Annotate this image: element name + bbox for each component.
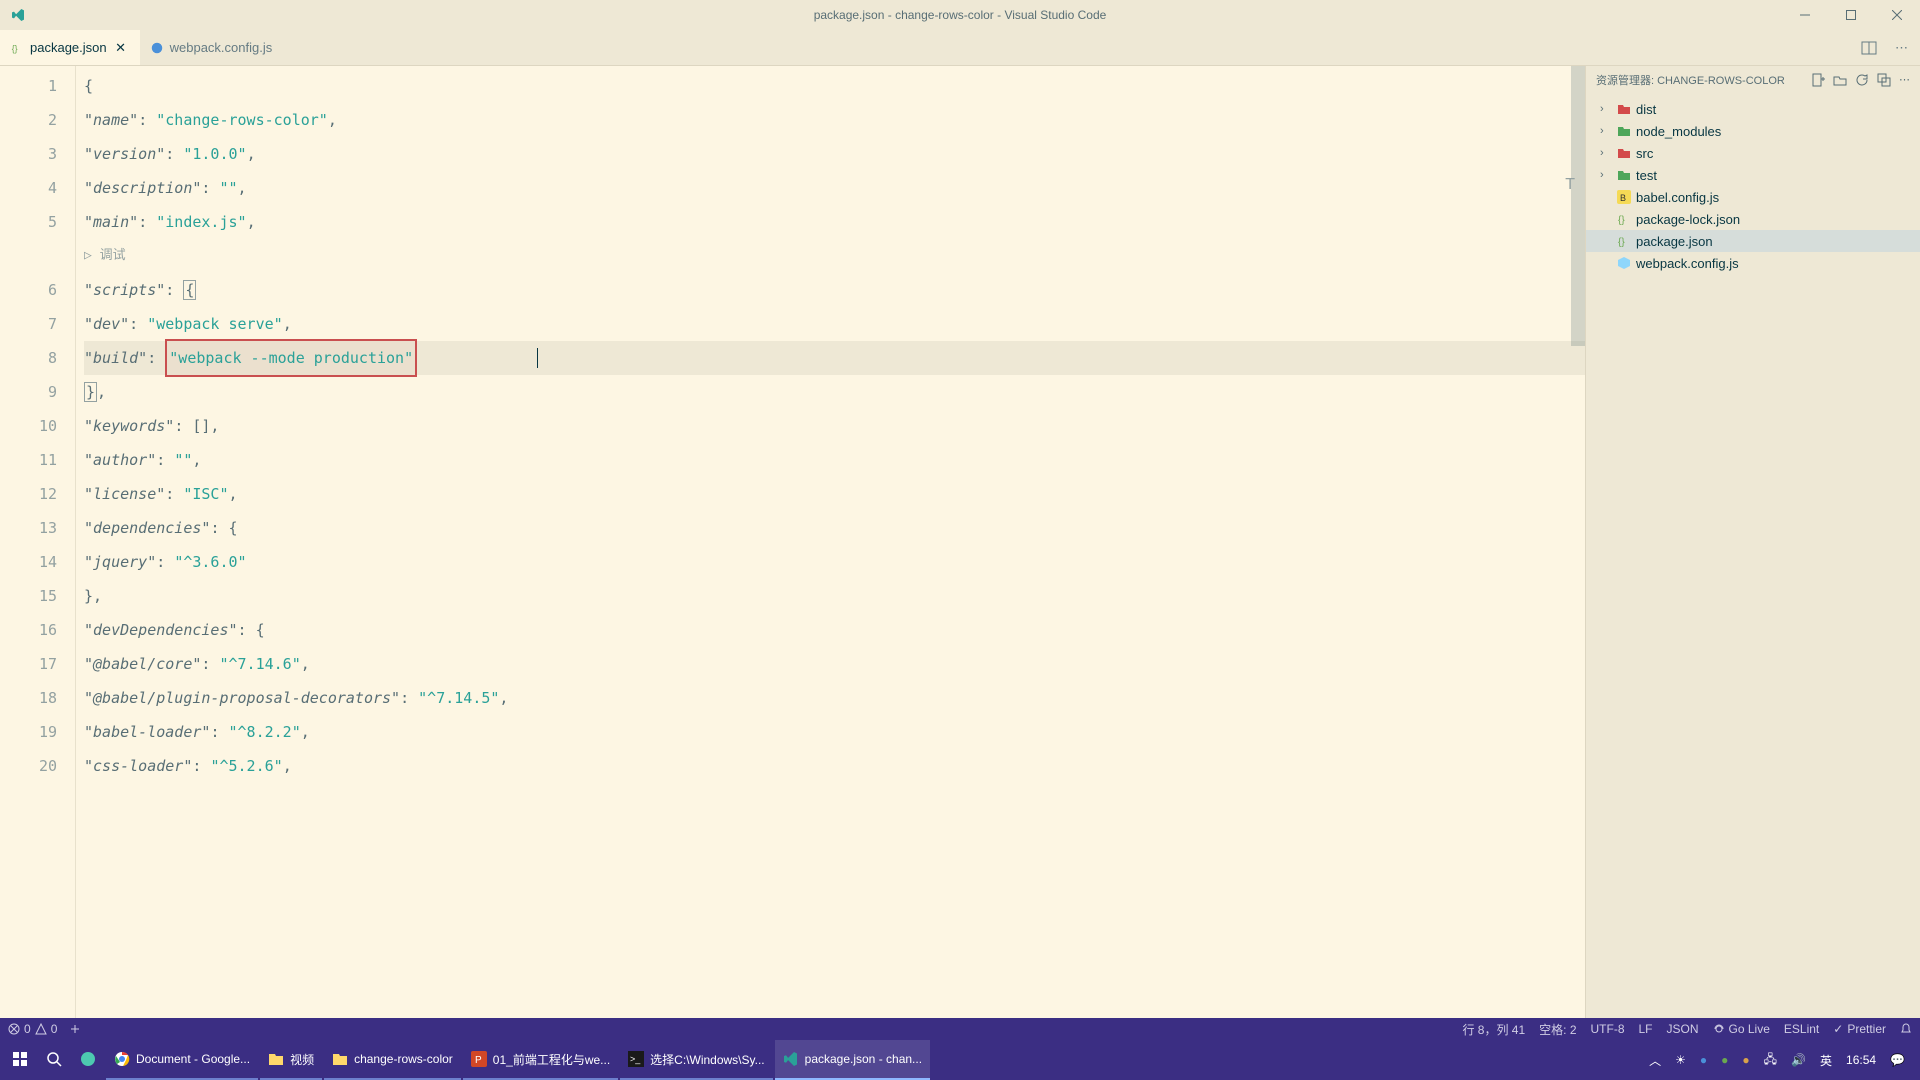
status-bar: 0 0 行 8，列 41 空格: 2 UTF-8 LF JSON Go Live…: [0, 1018, 1920, 1040]
code-line[interactable]: {: [84, 69, 1585, 103]
svg-text:P: P: [475, 1055, 482, 1066]
more-actions-icon[interactable]: ⋯: [1891, 36, 1912, 60]
more-icon[interactable]: ⋯: [1899, 73, 1910, 87]
tree-file[interactable]: {}package.json: [1586, 230, 1920, 252]
line-numbers: 1234567891011121314151617181920: [0, 66, 75, 1018]
taskbar-item[interactable]: [4, 1040, 36, 1080]
tab-label: package.json: [30, 40, 107, 55]
svg-text:>_: >_: [630, 1054, 641, 1064]
minimize-button[interactable]: [1782, 0, 1828, 30]
close-icon[interactable]: ✕: [113, 40, 129, 56]
file-tree: ›dist›node_modules›src›testBbabel.config…: [1586, 94, 1920, 278]
tray-app-icon[interactable]: ●: [1739, 1053, 1752, 1067]
js-icon: [150, 41, 164, 55]
tab-package-json[interactable]: {} package.json ✕: [0, 30, 140, 65]
debug-codelens[interactable]: ▷ 调试: [84, 239, 1585, 273]
new-file-icon[interactable]: [1811, 73, 1825, 87]
taskbar-item[interactable]: Document - Google...: [106, 1040, 258, 1080]
tray-app-icon[interactable]: ●: [1718, 1053, 1731, 1067]
code-editor[interactable]: 1234567891011121314151617181920 { "name"…: [0, 66, 1585, 1018]
code-line[interactable]: "description": "",: [84, 171, 1585, 205]
code-line[interactable]: "author": "",: [84, 443, 1585, 477]
new-folder-icon[interactable]: [1833, 73, 1847, 87]
tray-clock[interactable]: 16:54: [1843, 1053, 1879, 1067]
code-line[interactable]: "keywords": [],: [84, 409, 1585, 443]
tray-volume-icon[interactable]: 🔊: [1788, 1053, 1809, 1067]
svg-text:B: B: [1620, 193, 1626, 203]
code-line[interactable]: "dev": "webpack serve",: [84, 307, 1585, 341]
maximize-button[interactable]: [1828, 0, 1874, 30]
notifications-icon[interactable]: [1900, 1023, 1912, 1035]
tray-app-icon[interactable]: ●: [1697, 1053, 1710, 1067]
split-editor-icon[interactable]: [1857, 36, 1881, 60]
window-title: package.json - change-rows-color - Visua…: [0, 8, 1920, 22]
taskbar-item[interactable]: change-rows-color: [324, 1040, 461, 1080]
title-bar: package.json - change-rows-color - Visua…: [0, 0, 1920, 30]
code-line[interactable]: "devDependencies": {: [84, 613, 1585, 647]
language-mode[interactable]: JSON: [1667, 1022, 1699, 1036]
taskbar-item[interactable]: P01_前端工程化与we...: [463, 1040, 618, 1080]
code-line[interactable]: "@babel/plugin-proposal-decorators": "^7…: [84, 681, 1585, 715]
vscode-icon: [10, 7, 26, 23]
tab-label: webpack.config.js: [170, 40, 273, 55]
tray-ime[interactable]: 英: [1817, 1052, 1835, 1069]
tree-file[interactable]: webpack.config.js: [1586, 252, 1920, 274]
close-button[interactable]: [1874, 0, 1920, 30]
code-line[interactable]: "main": "index.js",: [84, 205, 1585, 239]
code-line[interactable]: "dependencies": {: [84, 511, 1585, 545]
taskbar-item[interactable]: [38, 1040, 70, 1080]
prettier[interactable]: ✓ Prettier: [1833, 1022, 1886, 1036]
tray-network-icon[interactable]: 🖧: [1761, 1050, 1780, 1071]
tree-folder[interactable]: ›src: [1586, 142, 1920, 164]
taskbar-item[interactable]: 视频: [260, 1040, 322, 1080]
sidebar-title: 资源管理器: CHANGE-ROWS-COLOR: [1596, 72, 1811, 88]
svg-text:{}: {}: [1618, 237, 1625, 248]
collapse-all-icon[interactable]: [1877, 73, 1891, 87]
code-line[interactable]: "name": "change-rows-color",: [84, 103, 1585, 137]
code-line[interactable]: "build": "webpack --mode production": [84, 341, 1585, 375]
taskbar-item[interactable]: package.json - chan...: [775, 1040, 930, 1080]
code-content[interactable]: { "name": "change-rows-color", "version"…: [75, 66, 1585, 1018]
eslint[interactable]: ESLint: [1784, 1022, 1819, 1036]
tray-chevron-icon[interactable]: ︿: [1646, 1052, 1664, 1069]
code-line[interactable]: "@babel/core": "^7.14.6",: [84, 647, 1585, 681]
encoding[interactable]: UTF-8: [1591, 1022, 1625, 1036]
minimap-indicator: T: [1565, 176, 1575, 194]
explorer-sidebar: 资源管理器: CHANGE-ROWS-COLOR ⋯ ›dist›node_mo…: [1585, 66, 1920, 1018]
vertical-scrollbar[interactable]: [1571, 66, 1585, 346]
cursor-position[interactable]: 行 8，列 41: [1462, 1021, 1525, 1038]
code-line[interactable]: "babel-loader": "^8.2.2",: [84, 715, 1585, 749]
go-live[interactable]: Go Live: [1713, 1022, 1770, 1036]
errors-item[interactable]: 0 0: [8, 1022, 57, 1036]
windows-taskbar: Document - Google...视频change-rows-colorP…: [0, 1040, 1920, 1080]
code-line[interactable]: "scripts": {: [84, 273, 1585, 307]
json-icon: {}: [10, 41, 24, 55]
system-tray: ︿ ☀ ● ● ● 🖧 🔊 英 16:54 💬: [1646, 1050, 1916, 1071]
taskbar-item[interactable]: >_选择C:\Windows\Sy...: [620, 1040, 772, 1080]
code-line[interactable]: "license": "ISC",: [84, 477, 1585, 511]
svg-text:{}: {}: [12, 43, 18, 53]
taskbar-item[interactable]: [72, 1040, 104, 1080]
svg-text:{}: {}: [1618, 215, 1625, 226]
tree-file[interactable]: Bbabel.config.js: [1586, 186, 1920, 208]
tray-weather-icon[interactable]: ☀: [1672, 1053, 1689, 1067]
code-line[interactable]: },: [84, 375, 1585, 409]
indentation[interactable]: 空格: 2: [1539, 1021, 1576, 1038]
eol[interactable]: LF: [1639, 1022, 1653, 1036]
refresh-icon[interactable]: [1855, 73, 1869, 87]
code-line[interactable]: "jquery": "^3.6.0": [84, 545, 1585, 579]
code-line[interactable]: },: [84, 579, 1585, 613]
code-line[interactable]: "version": "1.0.0",: [84, 137, 1585, 171]
tree-folder[interactable]: ›test: [1586, 164, 1920, 186]
debug-icon[interactable]: [69, 1023, 81, 1035]
code-line[interactable]: "css-loader": "^5.2.6",: [84, 749, 1585, 783]
tray-notifications-icon[interactable]: 💬: [1887, 1053, 1908, 1067]
tab-webpack-config[interactable]: webpack.config.js ✕: [140, 30, 306, 65]
editor-tabs: {} package.json ✕ webpack.config.js ✕ ⋯: [0, 30, 1920, 66]
tree-folder[interactable]: ›node_modules: [1586, 120, 1920, 142]
tree-folder[interactable]: ›dist: [1586, 98, 1920, 120]
tree-file[interactable]: {}package-lock.json: [1586, 208, 1920, 230]
